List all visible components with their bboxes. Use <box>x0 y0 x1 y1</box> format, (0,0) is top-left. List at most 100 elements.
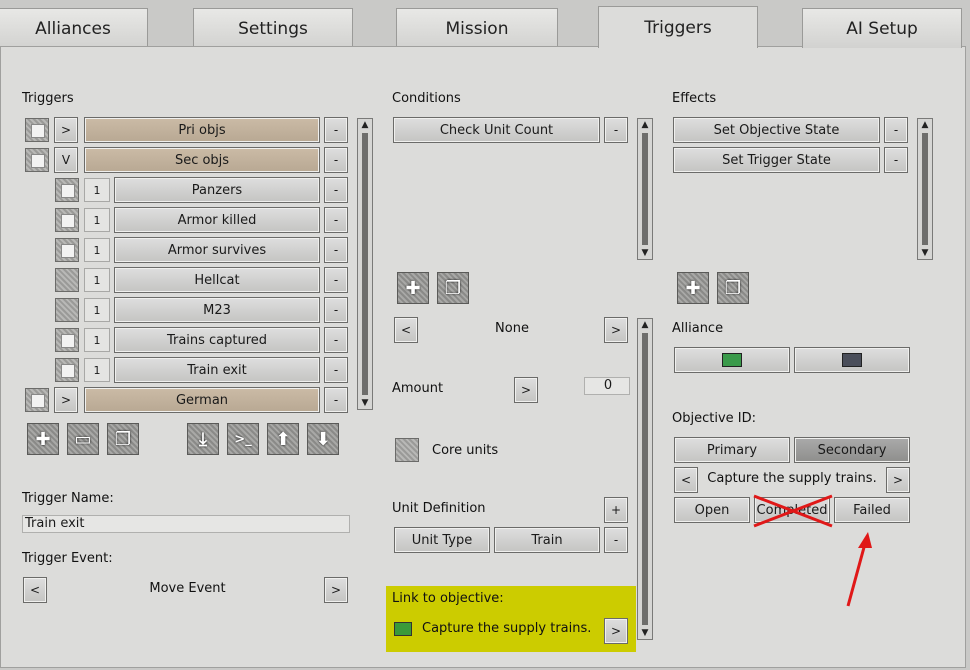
state-open-button[interactable]: Open <box>674 497 750 523</box>
scroll-thumb[interactable] <box>642 133 648 245</box>
trigger-label-button[interactable]: M23 <box>114 297 320 323</box>
trigger-label-button[interactable]: Hellcat <box>114 267 320 293</box>
primary-button[interactable]: Primary <box>674 437 790 463</box>
trigger-label-button[interactable]: Sec objs <box>84 147 320 173</box>
scroll-thumb[interactable] <box>922 133 928 245</box>
trigger-checkbox[interactable] <box>55 328 79 352</box>
condition-params-scrollbar[interactable]: ▲ ▼ <box>637 318 653 640</box>
alliance-green-button[interactable] <box>674 347 790 373</box>
scroll-up-icon[interactable]: ▲ <box>638 319 652 331</box>
scroll-down-icon[interactable]: ▼ <box>358 397 372 409</box>
effect-item[interactable]: Set Objective State <box>673 117 880 143</box>
scroll-down-icon[interactable]: ▼ <box>918 247 932 259</box>
trigger-label-button[interactable]: Pri objs <box>84 117 320 143</box>
remove-effect-button[interactable]: - <box>884 117 908 143</box>
trigger-label-button[interactable]: Panzers <box>114 177 320 203</box>
remove-trigger-button[interactable]: - <box>324 147 348 173</box>
trigger-checkbox[interactable] <box>25 118 49 142</box>
trigger-count: 1 <box>84 178 110 202</box>
remove-trigger-button[interactable]: - <box>324 357 348 383</box>
effects-scrollbar[interactable]: ▲ ▼ <box>917 118 933 260</box>
tab-settings[interactable]: Settings <box>193 8 353 48</box>
trigger-label-button[interactable]: German <box>84 387 320 413</box>
tab-alliances[interactable]: Alliances <box>0 8 148 48</box>
scroll-thumb[interactable] <box>362 133 368 395</box>
trigger-label-button[interactable]: Train exit <box>114 357 320 383</box>
amount-button[interactable]: > <box>514 377 538 403</box>
selector-next-button[interactable]: > <box>604 317 628 343</box>
tab-triggers[interactable]: Triggers <box>598 6 758 48</box>
copy-condition-button[interactable]: ❐ <box>437 272 469 304</box>
remove-trigger-button[interactable]: - <box>324 237 348 263</box>
remove-trigger-button[interactable]: - <box>324 297 348 323</box>
annotation-overlay <box>753 494 872 607</box>
condition-item[interactable]: Check Unit Count <box>393 117 600 143</box>
amount-input[interactable]: 0 <box>584 377 630 395</box>
unit-value-button[interactable]: Train <box>494 527 600 553</box>
remove-trigger-button[interactable]: - <box>324 177 348 203</box>
console-button[interactable]: >_ <box>227 423 259 455</box>
trigger-checkbox[interactable] <box>25 388 49 412</box>
expand-toggle-button[interactable]: > <box>54 117 78 143</box>
copy-icon: ❐ <box>114 428 132 450</box>
tab-label: AI Setup <box>846 18 918 39</box>
trigger-name-input[interactable]: Train exit <box>22 515 350 533</box>
trigger-event-next-button[interactable]: > <box>324 577 348 603</box>
trigger-label-button[interactable]: Armor killed <box>114 207 320 233</box>
trigger-label-button[interactable]: Armor survives <box>114 237 320 263</box>
add-condition-button[interactable]: ✚ <box>397 272 429 304</box>
remove-trigger-button[interactable]: - <box>324 387 348 413</box>
trigger-event-prev-button[interactable]: < <box>23 577 47 603</box>
amount-label: Amount <box>392 381 444 396</box>
trigger-label-button[interactable]: Trains captured <box>114 327 320 353</box>
scroll-down-icon[interactable]: ▼ <box>638 247 652 259</box>
tab-mission[interactable]: Mission <box>396 8 558 48</box>
conditions-scrollbar[interactable]: ▲ ▼ <box>637 118 653 260</box>
remove-condition-button[interactable]: - <box>604 117 628 143</box>
remove-trigger-button[interactable]: - <box>324 117 348 143</box>
tab-ai-setup[interactable]: AI Setup <box>802 8 962 48</box>
add-trigger-button[interactable]: ✚ <box>27 423 59 455</box>
alliance-grey-button[interactable] <box>794 347 910 373</box>
trigger-checkbox[interactable] <box>55 238 79 262</box>
copy-icon: ❐ <box>444 277 462 299</box>
scroll-thumb[interactable] <box>642 333 648 625</box>
remove-trigger-button[interactable]: - <box>324 267 348 293</box>
remove-effect-button[interactable]: - <box>884 147 908 173</box>
scroll-down-icon[interactable]: ▼ <box>638 627 652 639</box>
folder-button[interactable]: ▭ <box>67 423 99 455</box>
trigger-checkbox[interactable] <box>55 178 79 202</box>
core-units-checkbox[interactable] <box>395 438 419 462</box>
scroll-up-icon[interactable]: ▲ <box>918 119 932 131</box>
remove-trigger-button[interactable]: - <box>324 327 348 353</box>
objective-prev-button[interactable]: < <box>674 467 698 493</box>
scroll-up-icon[interactable]: ▲ <box>638 119 652 131</box>
trigger-checkbox[interactable] <box>55 208 79 232</box>
import-button[interactable]: ⤓ <box>187 423 219 455</box>
trigger-list-scrollbar[interactable]: ▲ ▼ <box>357 118 373 410</box>
trigger-checkbox[interactable] <box>55 268 79 292</box>
remove-trigger-button[interactable]: - <box>324 207 348 233</box>
link-objective-next-button[interactable]: > <box>604 618 628 644</box>
unit-definition-label: Unit Definition <box>392 501 486 516</box>
selector-prev-button[interactable]: < <box>394 317 418 343</box>
expand-toggle-button[interactable]: V <box>54 147 78 173</box>
unit-type-button[interactable]: Unit Type <box>394 527 490 553</box>
effect-item[interactable]: Set Trigger State <box>673 147 880 173</box>
trigger-checkbox[interactable] <box>55 298 79 322</box>
objective-next-button[interactable]: > <box>886 467 910 493</box>
add-effect-button[interactable]: ✚ <box>677 272 709 304</box>
remove-unit-definition-button[interactable]: - <box>604 527 628 553</box>
copy-effect-button[interactable]: ❐ <box>717 272 749 304</box>
scroll-up-icon[interactable]: ▲ <box>358 119 372 131</box>
trigger-checkbox[interactable] <box>55 358 79 382</box>
move-up-button[interactable]: ⬆ <box>267 423 299 455</box>
secondary-button[interactable]: Secondary <box>794 437 910 463</box>
move-down-button[interactable]: ⬇ <box>307 423 339 455</box>
trigger-count: 1 <box>84 238 110 262</box>
add-unit-definition-button[interactable]: + <box>604 497 628 523</box>
expand-toggle-button[interactable]: > <box>54 387 78 413</box>
trigger-checkbox[interactable] <box>25 148 49 172</box>
trigger-count: 1 <box>84 328 110 352</box>
copy-trigger-button[interactable]: ❐ <box>107 423 139 455</box>
